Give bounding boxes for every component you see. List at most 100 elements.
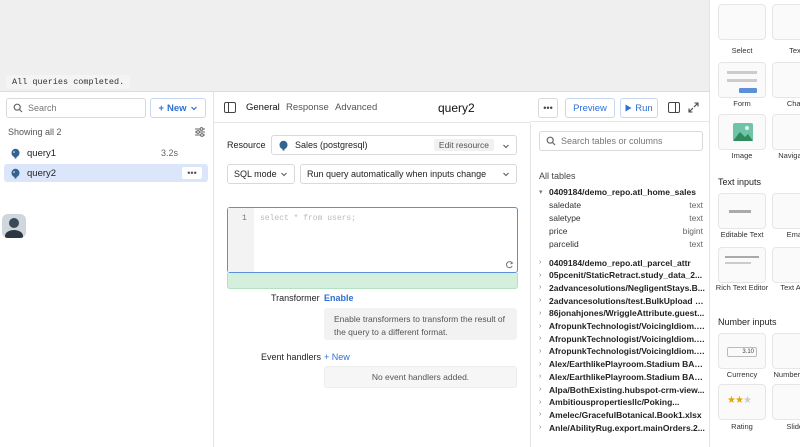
tab-response[interactable]: Response bbox=[286, 102, 329, 113]
sidebar-toggle-icon[interactable] bbox=[224, 102, 236, 113]
avatar[interactable] bbox=[2, 214, 26, 238]
resource-label: Resource bbox=[227, 140, 266, 150]
component-label: Form bbox=[733, 99, 751, 108]
table-row[interactable]: › 05pcenit/StaticRetract.study_data_2... bbox=[539, 269, 705, 282]
query-name: query2 bbox=[27, 167, 57, 179]
component-form[interactable] bbox=[718, 62, 766, 98]
table-row[interactable]: › 2advancesolutions/test.BulkUpload (5) bbox=[539, 294, 705, 307]
component-label: Editable Text bbox=[720, 230, 764, 239]
component-label: Number input bbox=[773, 370, 800, 379]
filter-icon[interactable] bbox=[194, 126, 206, 138]
tab-advanced[interactable]: Advanced bbox=[335, 102, 377, 113]
table-row[interactable]: › Anle/AbilityRug.export.mainOrders.2... bbox=[539, 421, 705, 434]
schema-browser: Search tables or columns All tables ▾ 04… bbox=[530, 123, 709, 447]
table-name: 0409184/demo_repo.atl_parcel_attr bbox=[549, 257, 691, 268]
chevron-down-icon bbox=[190, 106, 197, 111]
more-actions-button[interactable]: ••• bbox=[538, 98, 558, 118]
component-text[interactable] bbox=[772, 4, 800, 40]
query-name: query1 bbox=[27, 147, 57, 159]
more-options-button[interactable]: ••• bbox=[182, 167, 202, 179]
component-navigation[interactable] bbox=[772, 114, 800, 150]
resource-select[interactable]: Sales (postgresql) Edit resource bbox=[271, 135, 517, 155]
table-row[interactable]: › 86jonahjones/WriggleAttribute.guest... bbox=[539, 307, 705, 320]
component-rating[interactable]: ★★★ bbox=[718, 384, 766, 420]
app-canvas[interactable]: All queries completed. bbox=[0, 0, 709, 91]
search-icon bbox=[13, 103, 23, 113]
component-label: Currency bbox=[726, 370, 758, 379]
add-event-handler-link[interactable]: + New bbox=[324, 352, 350, 362]
transformer-enable-link[interactable]: Enable bbox=[324, 293, 354, 303]
trigger-value: Run query automatically when inputs chan… bbox=[307, 169, 487, 179]
component-number-input[interactable] bbox=[772, 333, 800, 369]
mode-select[interactable]: SQL mode bbox=[227, 164, 295, 184]
table-row[interactable]: › Alex/EarthlikePlayroom.Stadium BAC... bbox=[539, 358, 705, 371]
table-name: 2advancesolutions/NegligentStays.B... bbox=[549, 282, 705, 293]
chevron-right-icon: › bbox=[539, 424, 542, 432]
component-email[interactable] bbox=[772, 193, 800, 229]
format-icon[interactable] bbox=[505, 260, 514, 269]
chevron-down-icon: ▾ bbox=[539, 188, 543, 196]
preview-button[interactable]: Preview bbox=[565, 98, 615, 118]
query-item-query1[interactable]: query1 3.2s bbox=[4, 144, 208, 162]
column-name: saledate bbox=[549, 200, 582, 210]
chevron-right-icon: › bbox=[539, 386, 542, 393]
query-item-query2[interactable]: query2 ••• bbox=[4, 164, 208, 182]
component-label: Image bbox=[731, 151, 753, 160]
plus-icon: + bbox=[158, 102, 164, 114]
table-row[interactable]: › AfropunkTechnologist/VoicingIdiom.c... bbox=[539, 320, 705, 333]
schema-search-input[interactable]: Search tables or columns bbox=[539, 131, 703, 151]
edit-resource-button[interactable]: Edit resource bbox=[433, 139, 494, 151]
table-name: Alex/EarthlikePlayroom.Stadium BAC... bbox=[548, 359, 705, 370]
table-row[interactable]: › AfropunkTechnologist/VoicingIdiom.c... bbox=[539, 332, 705, 345]
new-query-button[interactable]: + New bbox=[150, 98, 206, 118]
star-icon: ★★★ bbox=[727, 395, 752, 406]
table-name: 0409184/demo_repo.atl_home_sales bbox=[549, 186, 696, 197]
number-inputs-heading: Number inputs bbox=[718, 317, 777, 327]
postgres-icon bbox=[11, 168, 20, 178]
table-name: Amelec/GracefulBotanical.Book1.xlsx bbox=[549, 409, 702, 420]
query-title[interactable]: query2 bbox=[438, 101, 475, 115]
new-label: New bbox=[167, 102, 187, 114]
tab-general[interactable]: General bbox=[246, 102, 280, 113]
component-text-area[interactable] bbox=[772, 247, 800, 283]
trigger-select[interactable]: Run query automatically when inputs chan… bbox=[300, 164, 517, 184]
table-row[interactable]: › Alex/EarthlikePlayroom.Stadium BAC... bbox=[539, 370, 705, 383]
component-label: Text bbox=[789, 46, 800, 55]
column-row[interactable]: saletype text bbox=[549, 213, 703, 226]
chevron-right-icon: › bbox=[539, 309, 542, 317]
table-row[interactable]: › 2advancesolutions/NegligentStays.B... bbox=[539, 281, 705, 294]
column-type: text bbox=[689, 200, 703, 210]
search-icon bbox=[546, 136, 556, 146]
expand-icon[interactable] bbox=[688, 102, 699, 113]
component-image[interactable] bbox=[718, 114, 766, 150]
component-slider[interactable] bbox=[772, 384, 800, 420]
table-name: Ambitiouspropertiesllc/Poking... bbox=[549, 397, 680, 408]
column-row[interactable]: saledate text bbox=[549, 200, 703, 213]
column-row[interactable]: parcelid text bbox=[549, 239, 703, 252]
table-row[interactable]: › Alpa/BothExisting.hubspot-crm-view... bbox=[539, 383, 705, 396]
column-row[interactable]: price bigint bbox=[549, 226, 703, 239]
component-editable-text[interactable] bbox=[718, 193, 766, 229]
query-editor: General Response Advanced query2 Resourc… bbox=[214, 92, 530, 447]
line-gutter bbox=[228, 208, 254, 272]
panel-toggle-icon[interactable] bbox=[668, 102, 680, 113]
table-row[interactable]: › Amelec/GracefulBotanical.Book1.xlsx bbox=[539, 408, 705, 421]
run-button[interactable]: Run bbox=[620, 98, 658, 118]
query-search-input[interactable]: Search bbox=[6, 98, 146, 118]
table-row[interactable]: › 0409184/demo_repo.atl_parcel_attr bbox=[539, 256, 705, 269]
transformer-help: Enable transformers to transform the res… bbox=[324, 308, 517, 340]
sql-code-editor[interactable]: 1 select * from users; bbox=[227, 207, 518, 273]
table-row[interactable]: › AfropunkTechnologist/VoicingIdiom.c... bbox=[539, 345, 705, 358]
component-select[interactable] bbox=[718, 4, 766, 40]
component-currency[interactable]: 3.10 bbox=[718, 333, 766, 369]
table-name: 05pcenit/StaticRetract.study_data_2... bbox=[549, 270, 703, 281]
component-chart[interactable] bbox=[772, 62, 800, 98]
table-row[interactable]: › Ambitiouspropertiesllc/Poking... bbox=[539, 396, 705, 409]
chevron-right-icon: › bbox=[539, 259, 542, 266]
status-message: All queries completed. bbox=[6, 75, 131, 89]
table-name: AfropunkTechnologist/VoicingIdiom.c... bbox=[548, 321, 705, 331]
table-expanded[interactable]: ▾ 0409184/demo_repo.atl_home_sales bbox=[539, 185, 705, 198]
component-rich-text-editor[interactable] bbox=[718, 247, 766, 283]
run-label: Run bbox=[635, 102, 653, 114]
component-label: Select bbox=[731, 46, 753, 55]
